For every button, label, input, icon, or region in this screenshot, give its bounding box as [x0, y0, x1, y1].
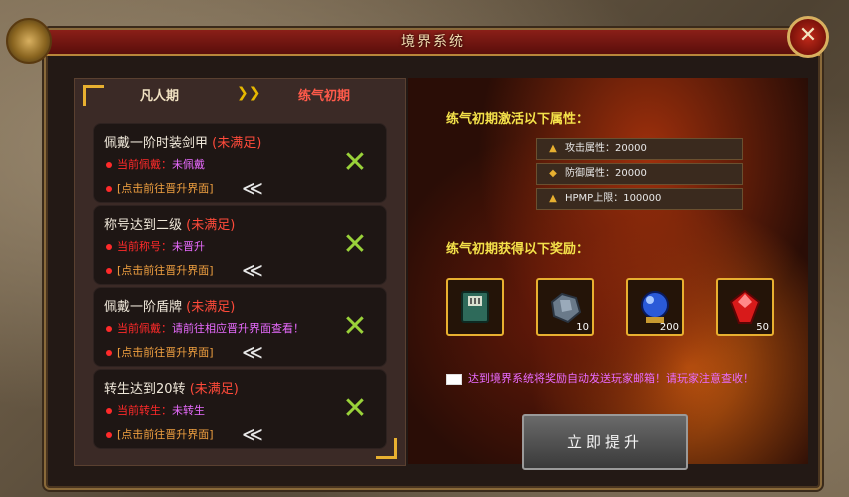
back-arrow-icon[interactable]: ≪ [242, 424, 264, 446]
requirement-title: 称号达到二级 (未满足) [104, 214, 235, 233]
window-title: 境界系统 [401, 34, 465, 50]
title-bar: 境界系统 [46, 30, 820, 56]
info-value: 未佩戴 [172, 158, 205, 171]
tab-current-realm[interactable]: 凡人期 [140, 85, 179, 104]
realm-tabs: 凡人期 ❯❯ 练气初期 [85, 85, 395, 107]
back-arrow-icon[interactable]: ≪ [242, 342, 264, 364]
current-info-line: 当前转生：未转生 [106, 402, 205, 418]
reward-item[interactable]: 10 [536, 278, 594, 336]
envelope-icon [446, 373, 462, 385]
activation-heading: 练气初期激活以下属性： [446, 112, 590, 127]
attack-icon: ▲ [549, 143, 557, 154]
reward-count: 10 [576, 322, 589, 333]
orb-icon [641, 291, 669, 323]
red-dot-icon [106, 162, 112, 168]
red-dot-icon [106, 268, 112, 274]
not-met-x-icon: ✕ [342, 227, 368, 262]
red-dot-icon [106, 432, 112, 438]
info-value: 未转生 [172, 404, 205, 417]
corner-ornament-left [6, 18, 52, 64]
info-label: 当前佩戴： [117, 322, 172, 335]
requirements-panel: 凡人期 ❯❯ 练气初期 佩戴一阶时装剑甲 (未满足) 当前佩戴：未佩戴 [点击前… [74, 78, 406, 466]
rewards-heading: 练气初期获得以下奖励： [446, 242, 590, 257]
goto-line: [点击前往晋升界面] [106, 426, 214, 442]
back-arrow-icon[interactable]: ≪ [242, 260, 264, 282]
requirement-card: 称号达到二级 (未满足) 当前称号：未晋升 [点击前往晋升界面] ≪ ✕ [93, 205, 387, 285]
red-dot-icon [106, 326, 112, 332]
info-label: 当前佩戴： [117, 158, 172, 171]
attribute-row: ▲ HPMP上限：100000 [536, 188, 743, 210]
reward-count: 200 [659, 322, 679, 333]
goto-line: [点击前往晋升界面] [106, 262, 214, 278]
red-dot-icon [106, 350, 112, 356]
info-label: 当前转生： [117, 404, 172, 417]
reward-item[interactable]: 200 [626, 278, 684, 336]
requirement-card: 佩戴一阶时装剑甲 (未满足) 当前佩戴：未佩戴 [点击前往晋升界面] ≪ ✕ [93, 123, 387, 203]
back-arrow-icon[interactable]: ≪ [242, 178, 264, 200]
info-value: 未晋升 [172, 240, 205, 253]
current-info-line: 当前佩戴：请前往相应晋升界面查看！ [106, 320, 304, 336]
requirement-card: 佩戴一阶盾牌 (未满足) 当前佩戴：请前往相应晋升界面查看！ [点击前往晋升界面… [93, 287, 387, 367]
requirement-status: (未满足) [186, 300, 236, 315]
requirement-status: (未满足) [186, 218, 236, 233]
ore-icon [550, 292, 582, 324]
info-label: 当前称号： [117, 240, 172, 253]
reward-count: 50 [756, 322, 769, 333]
red-dot-icon [106, 186, 112, 192]
requirement-card: 转生达到20转 (未满足) 当前转生：未转生 [点击前往晋升界面] ≪ ✕ [93, 369, 387, 449]
attribute-row: ◆ 防御属性：20000 [536, 163, 743, 185]
goto-link[interactable]: [点击前往晋升界面] [117, 346, 214, 359]
current-info-line: 当前佩戴：未佩戴 [106, 156, 205, 172]
current-info-line: 当前称号：未晋升 [106, 238, 205, 254]
mail-notice: 达到境界系统将奖励自动发送玩家邮箱！请玩家注意查收！ [446, 370, 754, 386]
not-met-x-icon: ✕ [342, 309, 368, 344]
reward-panel: 练气初期激活以下属性： ▲ 攻击属性：20000 ◆ 防御属性：20000 ▲ HPM… [408, 78, 808, 470]
tab-next-realm[interactable]: 练气初期 [298, 85, 350, 104]
requirement-name: 佩戴一阶盾牌 [104, 300, 183, 315]
reward-item[interactable]: 50 [716, 278, 774, 336]
goto-link[interactable]: [点击前往晋升界面] [117, 264, 214, 277]
info-value: 请前往相应晋升界面查看！ [172, 322, 304, 335]
mail-notice-text: 达到境界系统将奖励自动发送玩家邮箱！请玩家注意查收！ [468, 372, 754, 385]
attribute-label: 攻击属性：20000 [565, 143, 647, 154]
requirement-name: 佩戴一阶时装剑甲 [104, 136, 209, 151]
book-icon [461, 291, 489, 323]
double-arrow-icon: ❯❯ [237, 85, 261, 101]
red-dot-icon [106, 244, 112, 250]
not-met-x-icon: ✕ [342, 145, 368, 180]
goto-line: [点击前往晋升界面] [106, 344, 214, 360]
not-met-x-icon: ✕ [342, 391, 368, 426]
requirement-name: 转生达到20转 [104, 382, 186, 397]
upgrade-button[interactable]: 立即提升 [522, 414, 688, 470]
requirement-title: 佩戴一阶时装剑甲 (未满足) [104, 132, 261, 151]
reward-item[interactable] [446, 278, 504, 336]
close-icon[interactable]: ✕ [787, 16, 829, 58]
goto-link[interactable]: [点击前往晋升界面] [117, 182, 214, 195]
defense-icon: ◆ [549, 168, 557, 179]
goto-link[interactable]: [点击前往晋升界面] [117, 428, 214, 441]
requirement-title: 转生达到20转 (未满足) [104, 378, 239, 397]
red-gem-icon [729, 289, 761, 324]
requirement-status: (未满足) [212, 136, 262, 151]
attribute-row: ▲ 攻击属性：20000 [536, 138, 743, 160]
requirement-title: 佩戴一阶盾牌 (未满足) [104, 296, 235, 315]
hpmp-icon: ▲ [549, 193, 557, 204]
red-dot-icon [106, 408, 112, 414]
requirement-name: 称号达到二级 [104, 218, 183, 233]
attribute-label: HPMP上限：100000 [565, 193, 662, 204]
requirement-status: (未满足) [189, 382, 239, 397]
attribute-label: 防御属性：20000 [565, 168, 647, 179]
goto-line: [点击前往晋升界面] [106, 180, 214, 196]
